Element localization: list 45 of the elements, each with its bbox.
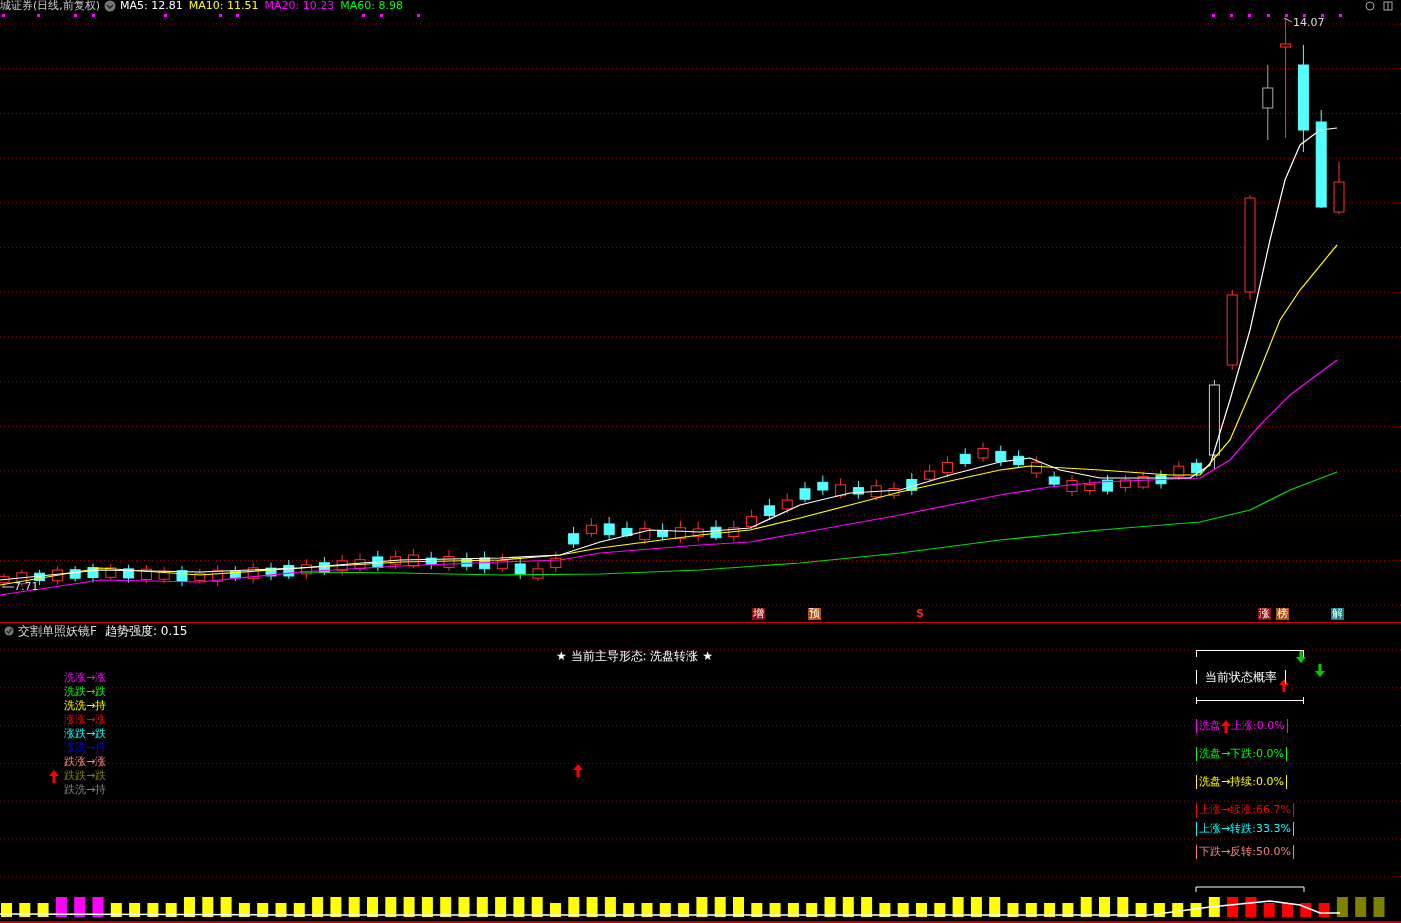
row-value: 上涨:0.0% [1231, 719, 1285, 733]
signal-badge: 解 [1331, 608, 1344, 620]
legend-item: 跌跌→跌 [64, 769, 107, 783]
legend-item: 洗洗→持 [64, 699, 107, 713]
check-icon[interactable] [4, 626, 14, 636]
price-label: 14.07 [1293, 17, 1325, 29]
up-arrow-icon [1279, 679, 1289, 692]
up-arrow-icon [1221, 719, 1231, 733]
up-arrow-icon [573, 764, 583, 777]
legend-item: 跌涨→涨 [64, 755, 107, 769]
signal-badge: 榜 [1276, 608, 1289, 620]
leader-line [1283, 17, 1293, 23]
probability-row: 洗盘→下跌:0.0% [1196, 747, 1287, 761]
legend-item: 洗涨→涨 [64, 671, 107, 685]
down-arrow-icon [1296, 650, 1306, 663]
signal-mark: S [915, 608, 925, 620]
probability-row: 上涨→转跌:33.3% [1196, 822, 1294, 836]
moving-average-value: MA60: 8.98 [340, 0, 403, 12]
probability-row: 上涨→续涨:66.7% [1196, 803, 1294, 817]
probability-row: 洗盘→持续:0.0% [1196, 775, 1287, 789]
legend-item: 涨洗→持 [64, 741, 107, 755]
moving-average-value: MA10: 11.51 [188, 0, 259, 12]
indicator-title: 交割单照妖镜F [18, 622, 97, 640]
signal-badge: 涨 [1258, 608, 1271, 620]
row-label: 洗盘 [1199, 719, 1221, 733]
moving-average-value: MA20: 10.23 [264, 0, 335, 12]
window-icon[interactable] [1383, 1, 1393, 11]
moving-average-value: MA5: 12.81 [120, 0, 183, 12]
signal-badge: 增 [752, 608, 765, 620]
legend-item: 涨涨→涨 [64, 713, 107, 727]
circle-icon[interactable] [1365, 1, 1375, 11]
leader-line [1, 586, 15, 588]
up-arrow-icon [49, 770, 59, 783]
down-arrow-icon [1315, 664, 1325, 677]
trend-strength: 趋势强度: 0.15 [104, 622, 188, 640]
probability-title: 当前状态概率 [1196, 670, 1286, 684]
dominant-pattern-text: ★ 当前主导形态: 洗盘转涨 ★ [556, 648, 713, 665]
dropdown-icon[interactable] [104, 0, 117, 12]
price-label: 7.71 [14, 581, 39, 593]
chart-title: 城证券(日线,前复权) [0, 0, 101, 12]
probability-row: 下跌→反转:50.0% [1196, 845, 1294, 859]
legend-item: 涨跌→跌 [64, 727, 107, 741]
legend-item: 洗跌→跌 [64, 685, 107, 699]
legend-item: 跌洗→持 [64, 783, 107, 797]
signal-badge: 预 [808, 608, 821, 620]
